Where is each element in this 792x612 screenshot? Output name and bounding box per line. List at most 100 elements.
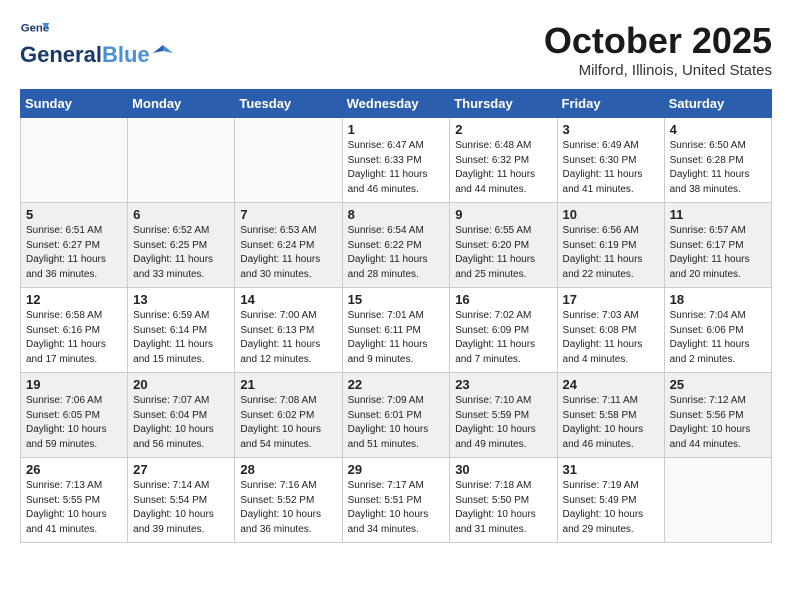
weekday-header-wednesday: Wednesday (342, 90, 450, 118)
day-info: Sunrise: 7:11 AMSunset: 5:58 PMDaylight:… (563, 394, 659, 452)
calendar-row: 26 Sunrise: 7:13 AMSunset: 5:55 PMDayligh… (21, 458, 772, 543)
day-info: Sunrise: 7:18 AMSunset: 5:50 PMDaylight:… (455, 479, 551, 537)
calendar-cell: 22Sunrise: 7:09 AMSunset: 6:01 PMDayligh… (342, 373, 450, 458)
calendar-cell: 18 Sunrise: 7:04 AMSunset: 6:06 PMDayligh… (664, 288, 771, 373)
weekday-header-tuesday: Tuesday (235, 90, 342, 118)
weekday-header-saturday: Saturday (664, 90, 771, 118)
calendar-row: 1Sunrise: 6:47 AMSunset: 6:33 PMDaylight… (21, 118, 772, 203)
day-number: 26 (26, 462, 122, 477)
day-number: 15 (348, 292, 445, 307)
location-text: Milford, Illinois, United States (544, 62, 772, 79)
day-number: 9 (455, 207, 551, 222)
day-info: Sunrise: 7:17 AMSunset: 5:51 PMDaylight:… (348, 479, 445, 537)
day-info: Sunrise: 7:01 AMSunset: 6:11 PMDaylight:… (348, 309, 445, 367)
day-info: Sunrise: 6:50 AMSunset: 6:28 PMDaylight:… (670, 139, 766, 197)
calendar-cell: 15 Sunrise: 7:01 AMSunset: 6:11 PMDayligh… (342, 288, 450, 373)
calendar-cell: 25 Sunrise: 7:12 AMSunset: 5:56 PMDayligh… (664, 373, 771, 458)
calendar-cell: 27Sunrise: 7:14 AMSunset: 5:54 PMDayligh… (128, 458, 235, 543)
logo-icon: General (20, 20, 50, 40)
title-block: October 2025 Milford, Illinois, United S… (544, 20, 772, 79)
day-number: 24 (563, 377, 659, 392)
day-info: Sunrise: 6:58 AMSunset: 6:16 PMDaylight:… (26, 309, 122, 367)
day-number: 11 (670, 207, 766, 222)
calendar-cell: 7 Sunrise: 6:53 AMSunset: 6:24 PMDaylight… (235, 203, 342, 288)
day-info: Sunrise: 6:52 AMSunset: 6:25 PMDaylight:… (133, 224, 229, 282)
day-info: Sunrise: 6:57 AMSunset: 6:17 PMDaylight:… (670, 224, 766, 282)
logo-name-general: General (20, 42, 102, 68)
day-info: Sunrise: 7:04 AMSunset: 6:06 PMDaylight:… (670, 309, 766, 367)
day-info: Sunrise: 7:12 AMSunset: 5:56 PMDaylight:… (670, 394, 766, 452)
calendar-cell (128, 118, 235, 203)
calendar-cell: 24 Sunrise: 7:11 AMSunset: 5:58 PMDayligh… (557, 373, 664, 458)
day-number: 10 (563, 207, 659, 222)
calendar-cell: 28 Sunrise: 7:16 AMSunset: 5:52 PMDayligh… (235, 458, 342, 543)
day-info: Sunrise: 6:48 AMSunset: 6:32 PMDaylight:… (455, 139, 551, 197)
day-info: Sunrise: 6:54 AMSunset: 6:22 PMDaylight:… (348, 224, 445, 282)
day-number: 8 (348, 207, 445, 222)
day-info: Sunrise: 7:00 AMSunset: 6:13 PMDaylight:… (240, 309, 336, 367)
day-number: 25 (670, 377, 766, 392)
calendar-table: SundayMondayTuesdayWednesdayThursdayFrid… (20, 89, 772, 543)
calendar-cell: 13Sunrise: 6:59 AMSunset: 6:14 PMDayligh… (128, 288, 235, 373)
day-info: Sunrise: 7:07 AMSunset: 6:04 PMDaylight:… (133, 394, 229, 452)
logo-bird-icon (153, 43, 173, 63)
calendar-cell: 11 Sunrise: 6:57 AMSunset: 6:17 PMDayligh… (664, 203, 771, 288)
month-title: October 2025 (544, 20, 772, 62)
calendar-row: 12 Sunrise: 6:58 AMSunset: 6:16 PMDayligh… (21, 288, 772, 373)
weekday-header-row: SundayMondayTuesdayWednesdayThursdayFrid… (21, 90, 772, 118)
day-info: Sunrise: 7:19 AMSunset: 5:49 PMDaylight:… (563, 479, 659, 537)
day-number: 23 (455, 377, 551, 392)
day-info: Sunrise: 6:51 AMSunset: 6:27 PMDaylight:… (26, 224, 122, 282)
day-info: Sunrise: 6:56 AMSunset: 6:19 PMDaylight:… (563, 224, 659, 282)
day-number: 16 (455, 292, 551, 307)
day-number: 31 (563, 462, 659, 477)
calendar-cell: 29Sunrise: 7:17 AMSunset: 5:51 PMDayligh… (342, 458, 450, 543)
calendar-cell: 14 Sunrise: 7:00 AMSunset: 6:13 PMDayligh… (235, 288, 342, 373)
weekday-header-friday: Friday (557, 90, 664, 118)
day-number: 17 (563, 292, 659, 307)
day-number: 7 (240, 207, 336, 222)
calendar-row: 5 Sunrise: 6:51 AMSunset: 6:27 PMDaylight… (21, 203, 772, 288)
calendar-cell: 12 Sunrise: 6:58 AMSunset: 6:16 PMDayligh… (21, 288, 128, 373)
day-number: 20 (133, 377, 229, 392)
day-number: 5 (26, 207, 122, 222)
calendar-cell: 21 Sunrise: 7:08 AMSunset: 6:02 PMDayligh… (235, 373, 342, 458)
calendar-cell: 17Sunrise: 7:03 AMSunset: 6:08 PMDayligh… (557, 288, 664, 373)
page-header: General General Blue October 2025 Milfor… (20, 20, 772, 79)
day-number: 14 (240, 292, 336, 307)
calendar-cell: 10 Sunrise: 6:56 AMSunset: 6:19 PMDayligh… (557, 203, 664, 288)
day-info: Sunrise: 7:13 AMSunset: 5:55 PMDaylight:… (26, 479, 122, 537)
calendar-cell: 23Sunrise: 7:10 AMSunset: 5:59 PMDayligh… (450, 373, 557, 458)
weekday-header-sunday: Sunday (21, 90, 128, 118)
calendar-cell: 26 Sunrise: 7:13 AMSunset: 5:55 PMDayligh… (21, 458, 128, 543)
weekday-header-thursday: Thursday (450, 90, 557, 118)
calendar-cell: 1Sunrise: 6:47 AMSunset: 6:33 PMDaylight… (342, 118, 450, 203)
calendar-cell: 16Sunrise: 7:02 AMSunset: 6:09 PMDayligh… (450, 288, 557, 373)
calendar-cell: 8 Sunrise: 6:54 AMSunset: 6:22 PMDaylight… (342, 203, 450, 288)
day-number: 2 (455, 122, 551, 137)
calendar-cell: 19Sunrise: 7:06 AMSunset: 6:05 PMDayligh… (21, 373, 128, 458)
logo-name-blue: Blue (102, 42, 150, 68)
calendar-cell (235, 118, 342, 203)
day-info: Sunrise: 7:16 AMSunset: 5:52 PMDaylight:… (240, 479, 336, 537)
calendar-cell (21, 118, 128, 203)
day-info: Sunrise: 6:49 AMSunset: 6:30 PMDaylight:… (563, 139, 659, 197)
calendar-cell: 2 Sunrise: 6:48 AMSunset: 6:32 PMDaylight… (450, 118, 557, 203)
day-info: Sunrise: 7:06 AMSunset: 6:05 PMDaylight:… (26, 394, 122, 452)
day-number: 28 (240, 462, 336, 477)
day-info: Sunrise: 7:08 AMSunset: 6:02 PMDaylight:… (240, 394, 336, 452)
day-number: 6 (133, 207, 229, 222)
calendar-cell: 30 Sunrise: 7:18 AMSunset: 5:50 PMDayligh… (450, 458, 557, 543)
calendar-cell: 5 Sunrise: 6:51 AMSunset: 6:27 PMDaylight… (21, 203, 128, 288)
day-info: Sunrise: 6:53 AMSunset: 6:24 PMDaylight:… (240, 224, 336, 282)
calendar-cell: 3Sunrise: 6:49 AMSunset: 6:30 PMDaylight… (557, 118, 664, 203)
calendar-cell: 9Sunrise: 6:55 AMSunset: 6:20 PMDaylight… (450, 203, 557, 288)
day-number: 12 (26, 292, 122, 307)
day-number: 18 (670, 292, 766, 307)
calendar-cell: 31 Sunrise: 7:19 AMSunset: 5:49 PMDayligh… (557, 458, 664, 543)
calendar-cell: 4Sunrise: 6:50 AMSunset: 6:28 PMDaylight… (664, 118, 771, 203)
day-number: 30 (455, 462, 551, 477)
day-number: 21 (240, 377, 336, 392)
weekday-header-monday: Monday (128, 90, 235, 118)
calendar-cell: 20 Sunrise: 7:07 AMSunset: 6:04 PMDayligh… (128, 373, 235, 458)
